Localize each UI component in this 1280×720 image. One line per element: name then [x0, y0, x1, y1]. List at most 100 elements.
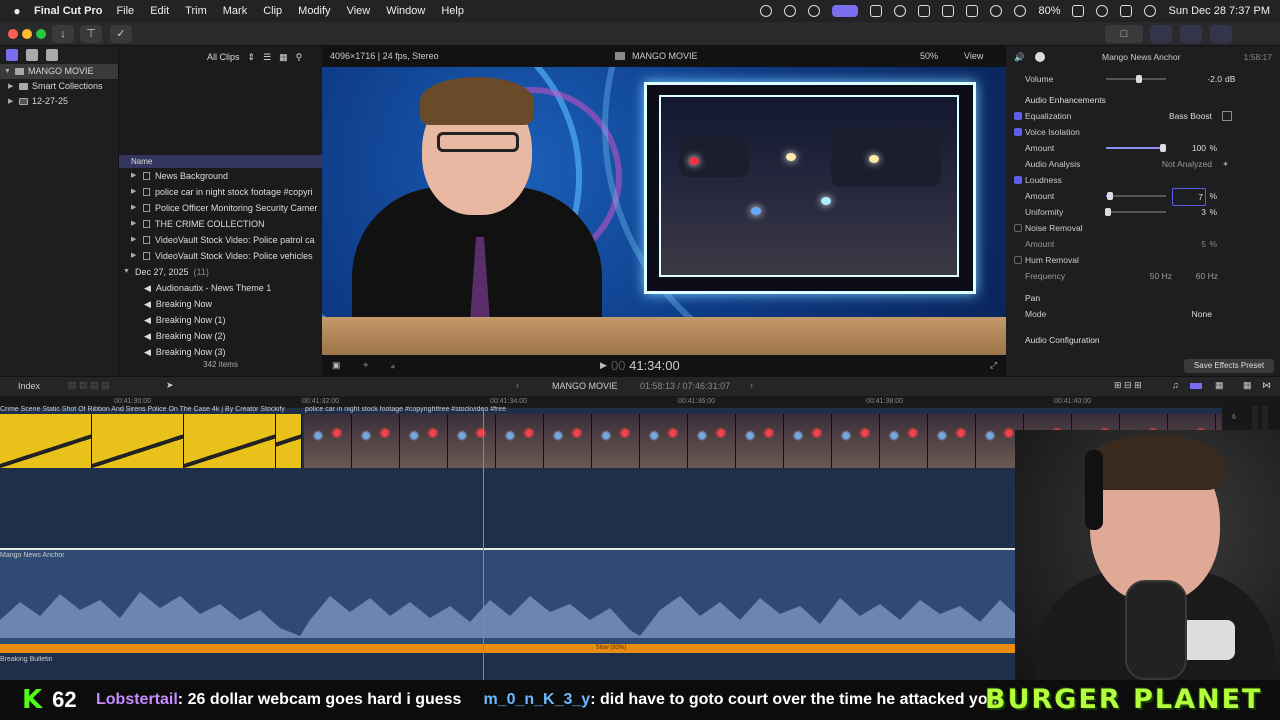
- play-icon[interactable]: [894, 5, 907, 17]
- volume-value[interactable]: -2.0: [1176, 71, 1222, 87]
- timeline-settings-icon[interactable]: ▦: [1215, 380, 1224, 391]
- control-center-icon[interactable]: [1120, 5, 1133, 17]
- list-item[interactable]: ▶ VideoVault Stock Video: Police patrol c…: [119, 232, 322, 248]
- list-item[interactable]: ◀ Breaking Now (1): [119, 312, 322, 328]
- voice-isolation-checkbox[interactable]: [1014, 128, 1022, 136]
- frequency-50hz-option[interactable]: 50 Hz: [1136, 268, 1172, 284]
- status-icon[interactable]: [870, 5, 883, 17]
- equalization-popup[interactable]: Bass Boost: [1146, 108, 1212, 124]
- clip-appearance-icon[interactable]: [1190, 383, 1202, 389]
- list-item[interactable]: ◀ Breaking Now (2): [119, 328, 322, 344]
- apple-menu-icon[interactable]: ●: [10, 4, 24, 18]
- disclosure-triangle-icon[interactable]: ▼: [123, 264, 130, 280]
- voice-isolation-amount[interactable]: 100: [1176, 140, 1206, 156]
- import-icon[interactable]: ↓: [52, 25, 74, 43]
- list-item[interactable]: ◀ Breaking Now (3): [119, 344, 322, 360]
- zoom-popup[interactable]: 50%: [920, 51, 938, 61]
- list-item[interactable]: ◀ Breaking Now: [119, 296, 322, 312]
- screen-record-icon[interactable]: [832, 5, 859, 17]
- project-name[interactable]: MANGO MOVIE: [552, 381, 618, 391]
- search-icon[interactable]: [1096, 5, 1109, 17]
- disclosure-triangle-icon[interactable]: ▶: [8, 94, 15, 109]
- timecode-display[interactable]: 00 41:34:00: [611, 355, 680, 376]
- volume-icon[interactable]: [918, 5, 931, 17]
- menu-mark[interactable]: Mark: [223, 5, 247, 17]
- noise-removal-checkbox[interactable]: [1014, 224, 1022, 232]
- video-clip-crime-scene[interactable]: [0, 414, 302, 468]
- select-tool-icon[interactable]: ➤: [166, 380, 174, 391]
- audio-configuration-section[interactable]: Audio Configuration: [1006, 332, 1280, 348]
- hum-removal-checkbox[interactable]: [1014, 256, 1022, 264]
- clip-filter-popup[interactable]: All Clips: [207, 52, 240, 62]
- uniformity-slider[interactable]: [1104, 208, 1166, 216]
- transitions-browser-icon[interactable]: ⋈: [1262, 380, 1271, 391]
- date-group-header[interactable]: ▼ Dec 27, 2025 (11): [119, 264, 322, 280]
- photos-audio-tab-icon[interactable]: [26, 49, 38, 61]
- library-item[interactable]: ▼ MANGO MOVIE: [0, 64, 118, 79]
- analyze-icon[interactable]: ✦: [1222, 156, 1229, 172]
- eq-graph-icon[interactable]: [1222, 111, 1232, 121]
- libraries-tab-icon[interactable]: [6, 49, 18, 61]
- list-item[interactable]: ▶ News Background: [119, 168, 322, 184]
- minimize-window-button[interactable]: [22, 29, 32, 39]
- zoom-controls-icon[interactable]: ⊞ ⊟ ⊞: [1114, 380, 1142, 391]
- audio-inspector-tab-icon[interactable]: 🔊: [1014, 52, 1025, 63]
- back-arrow-icon[interactable]: ‹: [516, 380, 519, 390]
- disclosure-triangle-icon[interactable]: ▶: [8, 79, 15, 94]
- transform-icon[interactable]: ▣: [332, 360, 341, 371]
- menu-edit[interactable]: Edit: [150, 5, 169, 17]
- background-tasks-icon[interactable]: ✓: [110, 25, 132, 43]
- browser-toggle-icon[interactable]: [1150, 25, 1172, 43]
- pan-section[interactable]: Pan: [1006, 290, 1280, 306]
- status-icon[interactable]: [942, 5, 955, 17]
- status-icon[interactable]: [784, 5, 797, 17]
- loudness-amount-slider[interactable]: [1106, 192, 1166, 200]
- save-effects-preset-button[interactable]: Save Effects Preset: [1184, 359, 1274, 373]
- clip-appearance-icon[interactable]: ☰: [263, 52, 271, 63]
- wifi-icon[interactable]: [1014, 5, 1027, 17]
- effects-icon[interactable]: ✦: [362, 360, 370, 371]
- close-window-button[interactable]: [8, 29, 18, 39]
- play-button[interactable]: ▶: [600, 360, 607, 371]
- bluetooth-icon[interactable]: [990, 5, 1003, 17]
- list-item[interactable]: ◀ Audionautix - News Theme 1: [119, 280, 322, 296]
- video-frame[interactable]: [322, 67, 1006, 355]
- menu-view[interactable]: View: [347, 5, 371, 17]
- zoom-window-button[interactable]: [36, 29, 46, 39]
- share-icon[interactable]: □: [1105, 25, 1143, 43]
- loudness-checkbox[interactable]: [1014, 176, 1022, 184]
- list-item[interactable]: ▶ police car in night stock footage #copy…: [119, 184, 322, 200]
- list-item[interactable]: ▶ VideoVault Stock Video: Police vehicles: [119, 248, 322, 264]
- fullscreen-icon[interactable]: ⤢: [990, 360, 997, 371]
- clock[interactable]: Sun Dec 28 7:37 PM: [1168, 5, 1270, 17]
- equalization-checkbox[interactable]: [1014, 112, 1022, 120]
- chevron-updown-icon[interactable]: ⇕: [248, 52, 256, 63]
- menu-modify[interactable]: Modify: [298, 5, 330, 17]
- titles-generators-tab-icon[interactable]: [46, 49, 58, 61]
- playhead[interactable]: [483, 408, 484, 680]
- status-icon[interactable]: [760, 5, 773, 17]
- siri-icon[interactable]: [1144, 5, 1157, 17]
- voice-isolation-slider[interactable]: [1106, 144, 1166, 152]
- headphones-icon[interactable]: ♫: [1172, 380, 1179, 390]
- volume-slider[interactable]: [1106, 75, 1166, 83]
- list-item[interactable]: ▶ THE CRIME COLLECTION: [119, 216, 322, 232]
- app-menu[interactable]: Final Cut Pro: [34, 5, 102, 17]
- view-popup[interactable]: View: [964, 51, 983, 61]
- display-icon[interactable]: [966, 5, 979, 17]
- battery-icon[interactable]: [1072, 5, 1085, 17]
- index-button[interactable]: Index: [18, 381, 40, 391]
- noise-amount-value[interactable]: 5: [1176, 236, 1206, 252]
- speed-icon[interactable]: ◕: [390, 361, 395, 371]
- list-view-icon[interactable]: ▦: [279, 52, 288, 63]
- disclosure-triangle-icon[interactable]: ▼: [4, 64, 11, 79]
- timeline-toggle-icon[interactable]: [1180, 25, 1202, 43]
- menu-trim[interactable]: Trim: [185, 5, 207, 17]
- menu-file[interactable]: File: [116, 5, 134, 17]
- menu-help[interactable]: Help: [441, 5, 464, 17]
- audio-enhancements-section[interactable]: Audio Enhancements: [1006, 92, 1280, 108]
- status-icon[interactable]: [808, 5, 821, 17]
- menu-clip[interactable]: Clip: [263, 5, 282, 17]
- keywords-icon[interactable]: ⊤: [80, 25, 102, 43]
- info-tab-icon[interactable]: [1034, 52, 1045, 62]
